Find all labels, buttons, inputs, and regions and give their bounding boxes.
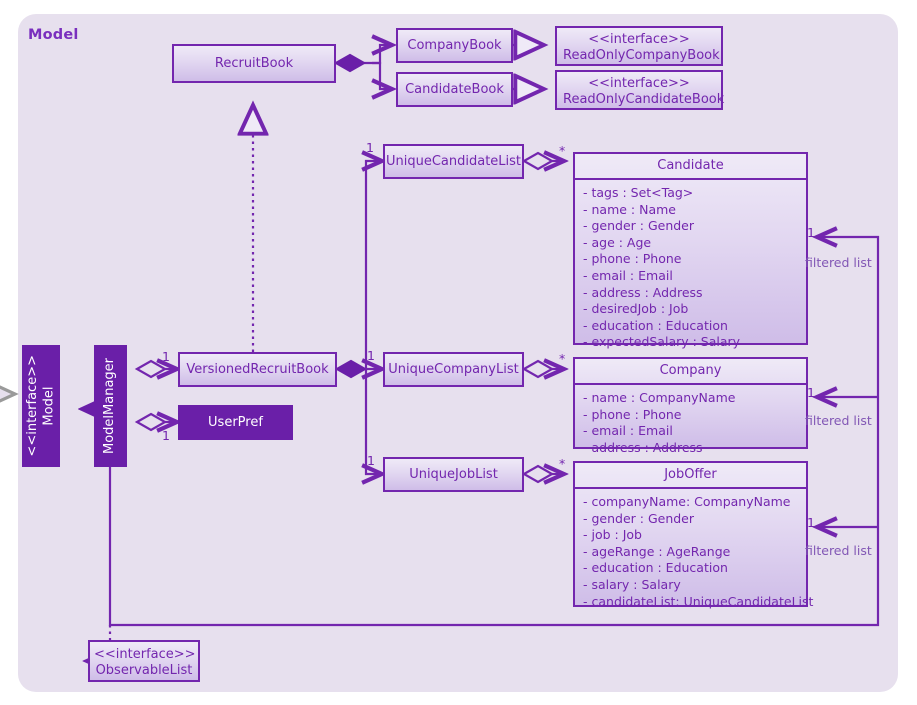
class-versionedrecruitbook-title: VersionedRecruitBook — [186, 362, 329, 377]
attribute: - phone : Phone — [583, 406, 682, 422]
class-userpref[interactable]: UserPref — [178, 405, 293, 440]
attribute: - name : CompanyName — [583, 389, 736, 405]
attribute: - gender : Gender — [583, 510, 695, 526]
class-joboffer-title: JobOffer — [575, 463, 806, 489]
attribute: - desiredJob : Job — [583, 301, 689, 317]
interface-model-stereotype: <<interface>> — [24, 355, 40, 457]
attribute: - companyName: CompanyName — [583, 493, 791, 509]
attribute: - education : Education — [583, 317, 728, 333]
interface-readonlycompanybook-stereotype: <<interface>> — [588, 32, 690, 47]
class-company[interactable]: Company - name : CompanyName - phone : P… — [573, 357, 808, 455]
attribute: - address : Address — [583, 284, 703, 300]
attribute: - expectedSalary : Salary — [583, 334, 741, 350]
attribute: - salary : Salary — [583, 576, 681, 592]
multiplicity-userpref: 1 — [162, 428, 170, 443]
class-uniquecandidatelist-title: UniqueCandidateList — [385, 154, 522, 169]
interface-readonlycandidatebook-stereotype: <<interface>> — [588, 76, 690, 91]
attribute: - email : Email — [583, 267, 673, 283]
package-title: Model — [28, 27, 79, 43]
attribute: - job : Job — [583, 527, 642, 543]
interface-readonlycompanybook-name: ReadOnlyCompanyBook — [563, 48, 720, 63]
class-joboffer-attributes: - companyName: CompanyName - gender : Ge… — [575, 489, 814, 616]
interface-observablelist-stereotype: <<interface>> — [94, 647, 196, 662]
class-uniquecompanylist[interactable]: UniqueCompanyList — [383, 352, 524, 387]
class-userpref-label: UserPref — [208, 415, 263, 430]
class-modelmanager-label: ModelManager — [102, 357, 118, 454]
interface-model-name: Model — [41, 386, 56, 426]
class-recruitbook-title: RecruitBook — [214, 56, 294, 71]
multiplicity-filtered-candidate: 1 — [807, 225, 815, 240]
interface-readonlycandidatebook[interactable]: <<interface>> ReadOnlyCandidateBook — [555, 70, 725, 110]
multiplicity-uniquecandidatelist: 1 — [366, 140, 374, 155]
multiplicity-joboffer: * — [559, 456, 566, 471]
class-candidatebook[interactable]: CandidateBook — [396, 72, 513, 107]
class-candidate[interactable]: Candidate - tags : Set<Tag> - name : Nam… — [573, 152, 808, 349]
multiplicity-candidate: * — [559, 143, 566, 158]
attribute: - education : Education — [583, 560, 728, 576]
class-uniquejoblist[interactable]: UniqueJobList — [383, 457, 524, 492]
attribute: - name : Name — [583, 201, 676, 217]
interface-readonlycandidatebook-name: ReadOnlyCandidateBook — [563, 92, 725, 107]
multiplicity-filtered-company: 1 — [807, 385, 815, 400]
role-filtered-job: filtered list — [805, 543, 872, 558]
class-candidate-attributes: - tags : Set<Tag> - name : Name - gender… — [575, 180, 806, 357]
multiplicity-filtered-job: 1 — [807, 515, 815, 530]
multiplicity-uniquejoblist: 1 — [367, 453, 375, 468]
interface-observablelist-name: ObservableList — [95, 663, 193, 678]
role-filtered-company: filtered list — [805, 413, 872, 428]
interface-readonlycompanybook[interactable]: <<interface>> ReadOnlyCompanyBook — [555, 26, 723, 66]
class-candidate-title: Candidate — [575, 154, 806, 180]
multiplicity-uniquecompanylist: 1 — [367, 348, 375, 363]
attribute: - address : Address — [583, 439, 703, 455]
role-filtered-candidate: filtered list — [805, 255, 872, 270]
diagram-canvas: Model RecruitBook CompanyBook CandidateB… — [0, 0, 917, 705]
attribute: - gender : Gender — [583, 218, 695, 234]
class-uniquejoblist-title: UniqueJobList — [409, 467, 498, 482]
class-company-title: Company — [575, 359, 806, 385]
attribute: - email : Email — [583, 423, 673, 439]
class-uniquecandidatelist[interactable]: UniqueCandidateList — [383, 144, 524, 179]
class-versionedrecruitbook[interactable]: VersionedRecruitBook — [178, 352, 337, 387]
attribute: - phone : Phone — [583, 251, 682, 267]
interface-model[interactable]: <<interface>> Model — [22, 345, 60, 467]
multiplicity-versionedrecruitbook: 1 — [162, 349, 170, 364]
attribute: - candidateList: UniqueCandidateList — [583, 593, 814, 609]
interface-observablelist[interactable]: <<interface>> ObservableList — [88, 640, 200, 682]
class-companybook[interactable]: CompanyBook — [396, 28, 513, 63]
class-companybook-title: CompanyBook — [407, 38, 502, 53]
attribute: - tags : Set<Tag> — [583, 184, 694, 200]
class-recruitbook[interactable]: RecruitBook — [172, 44, 336, 83]
class-modelmanager[interactable]: ModelManager — [94, 345, 127, 467]
attribute: - ageRange : AgeRange — [583, 543, 731, 559]
multiplicity-company: * — [559, 351, 566, 366]
class-uniquecompanylist-title: UniqueCompanyList — [388, 362, 519, 377]
class-company-attributes: - name : CompanyName - phone : Phone - e… — [575, 385, 806, 462]
class-candidatebook-title: CandidateBook — [405, 82, 504, 97]
attribute: - age : Age — [583, 234, 652, 250]
class-joboffer[interactable]: JobOffer - companyName: CompanyName - ge… — [573, 461, 813, 609]
